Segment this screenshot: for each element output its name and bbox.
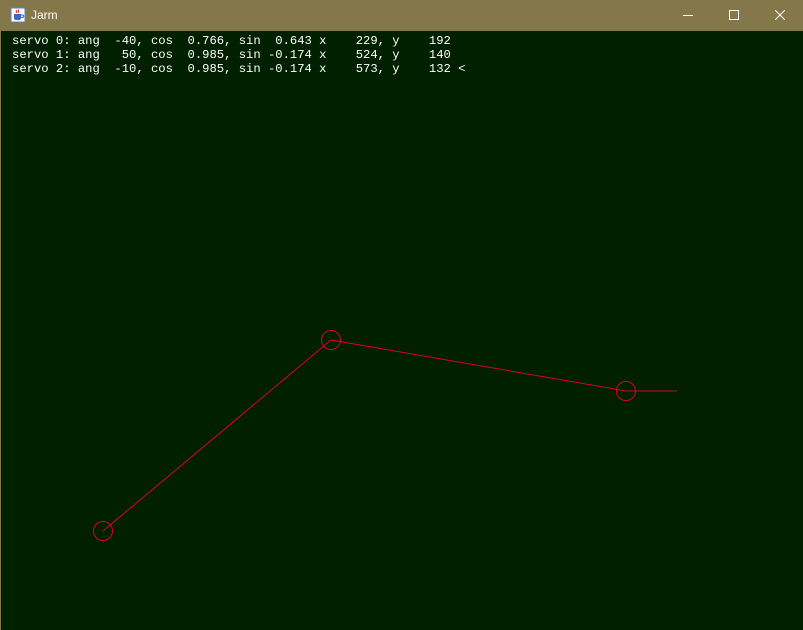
robot-arm-drawing[interactable] [0,0,803,630]
jarm-window: Jarm servo 0: ang -40, cos 0.766, sin 0.… [0,0,803,630]
arm-segment-base-to-elbow [102,339,332,532]
arm-segment-elbow-to-wrist [330,339,627,392]
